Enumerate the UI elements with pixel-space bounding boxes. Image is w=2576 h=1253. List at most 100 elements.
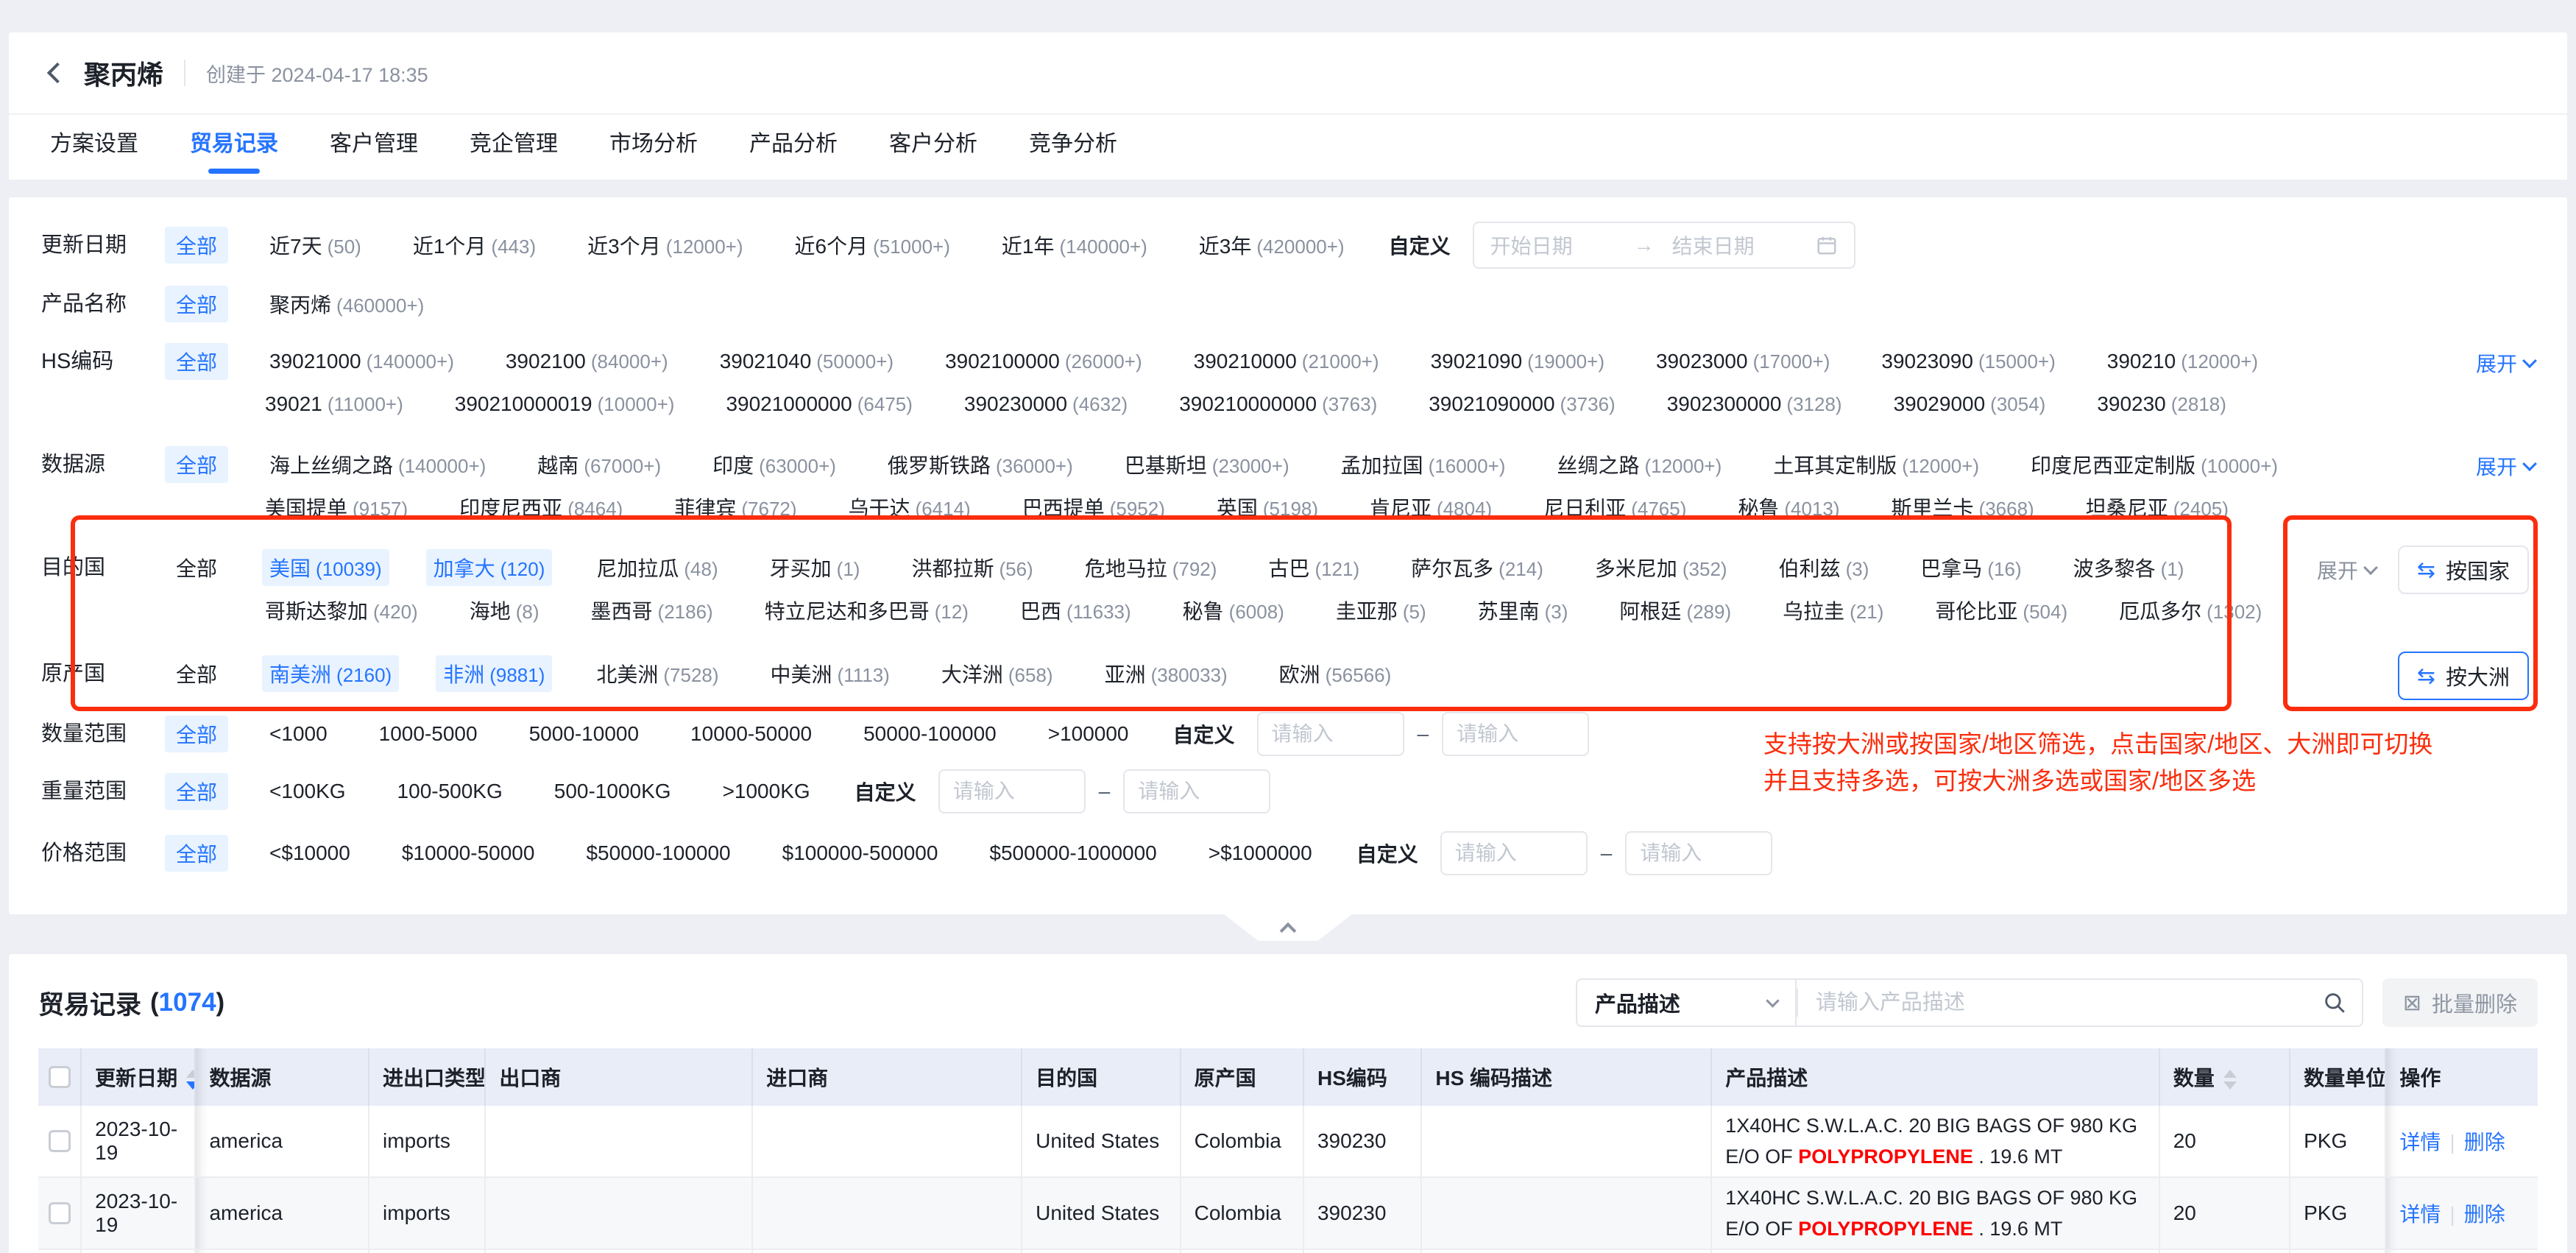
filter-option[interactable]: 苏里南(3) <box>1471 592 1576 629</box>
filter-option[interactable]: >1000KG <box>715 776 818 807</box>
filter-option[interactable]: 波多黎各(1) <box>2066 549 2192 586</box>
filter-option[interactable]: 近3个月(12000+) <box>580 227 750 264</box>
sort-asc-icon[interactable] <box>2223 1070 2237 1078</box>
filter-option[interactable]: 坦桑尼亚(2405) <box>2078 489 2236 526</box>
filter-option[interactable]: <$10000 <box>262 838 358 869</box>
filter-option-all[interactable]: 全部 <box>165 343 228 380</box>
filter-option[interactable]: 巴西提单(5952) <box>1015 489 1172 526</box>
filter-option[interactable]: 5000-10000 <box>522 719 646 749</box>
search-icon[interactable] <box>2322 990 2347 1015</box>
filter-option-all[interactable]: 全部 <box>165 835 228 872</box>
filter-option[interactable]: 非洲(9881) <box>436 655 552 692</box>
filter-option[interactable]: 哥斯达黎加(420) <box>258 592 425 629</box>
filter-option[interactable]: 萨尔瓦多(214) <box>1404 549 1551 586</box>
tab-6[interactable]: 产品分析 <box>749 115 838 178</box>
filter-option[interactable]: 印度尼西亚定制版(10000+) <box>2023 446 2285 483</box>
tab-4[interactable]: 竞企管理 <box>470 115 558 178</box>
filter-option[interactable]: 危地马拉(792) <box>1078 549 1225 586</box>
search-input[interactable] <box>1816 991 2322 1015</box>
filter-option[interactable]: 印度尼西亚(8464) <box>452 489 630 526</box>
filter-option[interactable]: $500000-1000000 <box>982 838 1164 869</box>
filter-option[interactable]: 尼加拉瓜(48) <box>589 549 725 586</box>
filter-option[interactable]: 39023090(15000+) <box>1874 346 2062 377</box>
filter-option[interactable]: 土耳其定制版(12000+) <box>1766 446 1986 483</box>
filter-option[interactable]: 丝绸之路(12000+) <box>1549 446 1729 483</box>
filter-option[interactable]: 孟加拉国(16000+) <box>1334 446 1513 483</box>
tab-5[interactable]: 市场分析 <box>609 115 698 178</box>
sort-icons[interactable] <box>186 1070 195 1090</box>
filter-option[interactable]: 巴基斯坦(23000+) <box>1117 446 1297 483</box>
filter-option[interactable]: 美国提单(9157) <box>258 489 415 526</box>
filter-option[interactable]: 近7天(50) <box>262 227 369 264</box>
range-max-input[interactable] <box>1625 831 1772 875</box>
filter-option[interactable]: 哥伦比亚(504) <box>1928 592 2075 629</box>
bulk-delete-button[interactable]: ⊠ 批量删除 <box>2382 978 2538 1027</box>
filter-option[interactable]: 390210000(21000+) <box>1186 346 1387 377</box>
filter-option[interactable]: 3902300000(3128) <box>1660 389 1850 420</box>
filter-option[interactable]: 乌拉圭(21) <box>1775 592 1891 629</box>
filter-option[interactable]: 大洋洲(658) <box>934 655 1061 692</box>
filter-option[interactable]: 洪都拉斯(56) <box>904 549 1040 586</box>
filter-option[interactable]: 390230000(4632) <box>957 389 1135 420</box>
delete-link[interactable]: 删除 <box>2464 1131 2505 1154</box>
by-continent-button[interactable]: ⇆ 按大洲 <box>2398 652 2529 700</box>
filter-option[interactable]: 近1个月(443) <box>406 227 543 264</box>
filter-option[interactable]: 中美洲(1113) <box>763 655 897 692</box>
filter-option[interactable]: 肯尼亚(4804) <box>1362 489 1499 526</box>
filter-option[interactable]: 菲律宾(7672) <box>667 489 804 526</box>
filter-option[interactable]: 巴西(11633) <box>1013 592 1139 629</box>
range-max-input[interactable] <box>1123 769 1270 813</box>
filter-option[interactable]: 秘鲁(4013) <box>1730 489 1847 526</box>
custom-range-label[interactable]: 自定义 <box>1389 230 1451 260</box>
filter-option[interactable]: 500-1000KG <box>547 776 679 807</box>
tab-2[interactable]: 贸易记录 <box>190 115 278 178</box>
select-all-header[interactable] <box>38 1048 81 1106</box>
tab-1[interactable]: 方案设置 <box>50 115 138 178</box>
filter-option[interactable]: 厄瓜多尔(1302) <box>2112 592 2269 629</box>
filter-option[interactable]: 俄罗斯铁路(36000+) <box>880 446 1080 483</box>
filter-option[interactable]: 北美洲(7528) <box>589 655 726 692</box>
filter-option[interactable]: 欧洲(56566) <box>1272 655 1399 692</box>
filter-option-all[interactable]: 全部 <box>165 286 228 322</box>
filter-option[interactable]: 100-500KG <box>390 776 510 807</box>
sort-icons[interactable] <box>2223 1070 2237 1090</box>
filter-option[interactable]: 10000-50000 <box>683 719 819 749</box>
tab-3[interactable]: 客户管理 <box>330 115 418 178</box>
filter-option[interactable]: $100000-500000 <box>775 838 946 869</box>
filter-option[interactable]: 巴拿马(16) <box>1913 549 2028 586</box>
filter-option[interactable]: 英国(5198) <box>1209 489 1326 526</box>
select-all-checkbox[interactable] <box>49 1066 71 1088</box>
filter-option[interactable]: >$1000000 <box>1201 838 1320 869</box>
date-range-picker[interactable]: 开始日期→结束日期 <box>1473 222 1855 269</box>
filter-option[interactable]: 斯里兰卡(3668) <box>1884 489 2042 526</box>
filter-option[interactable]: 聚丙烯(460000+) <box>262 286 431 322</box>
by-country-button[interactable]: ⇆ 按国家 <box>2398 546 2529 594</box>
custom-range-label[interactable]: 自定义 <box>854 777 916 806</box>
column-header-更新日期[interactable]: 更新日期 <box>81 1048 195 1106</box>
filter-option[interactable]: 南美洲(2160) <box>262 655 399 692</box>
filter-option[interactable]: 39021040(50000+) <box>712 346 901 377</box>
filter-option[interactable]: 多米尼加(352) <box>1588 549 1735 586</box>
destination-expand-link[interactable]: 展开 <box>2317 555 2376 585</box>
filter-option-all[interactable]: 全部 <box>165 549 228 586</box>
filter-option[interactable]: >100000 <box>1041 719 1136 749</box>
tab-8[interactable]: 竞争分析 <box>1029 115 1117 178</box>
filter-option[interactable]: 390230(2818) <box>2090 389 2234 420</box>
filter-option[interactable]: 1000-5000 <box>372 719 485 749</box>
filter-option[interactable]: 古巴(121) <box>1261 549 1367 586</box>
range-max-input[interactable] <box>1442 712 1589 756</box>
sort-desc-icon[interactable] <box>186 1081 195 1090</box>
filter-option[interactable]: <1000 <box>262 719 335 749</box>
filter-option[interactable]: 加拿大(120) <box>426 549 553 586</box>
filter-option[interactable]: 3902100000(26000+) <box>938 346 1150 377</box>
filter-option[interactable]: 39023000(17000+) <box>1649 346 1837 377</box>
range-min-input[interactable] <box>938 769 1086 813</box>
filter-option-all[interactable]: 全部 <box>165 227 228 264</box>
back-icon[interactable] <box>47 63 68 83</box>
filter-option[interactable]: 近1年(140000+) <box>994 227 1155 264</box>
filter-option[interactable]: 印度(63000+) <box>705 446 843 483</box>
filter-option[interactable]: $10000-50000 <box>394 838 542 869</box>
filter-option[interactable]: 海上丝绸之路(140000+) <box>262 446 493 483</box>
filter-option[interactable]: 乌干达(6414) <box>841 489 978 526</box>
collapse-filters-button[interactable] <box>1223 914 1353 941</box>
